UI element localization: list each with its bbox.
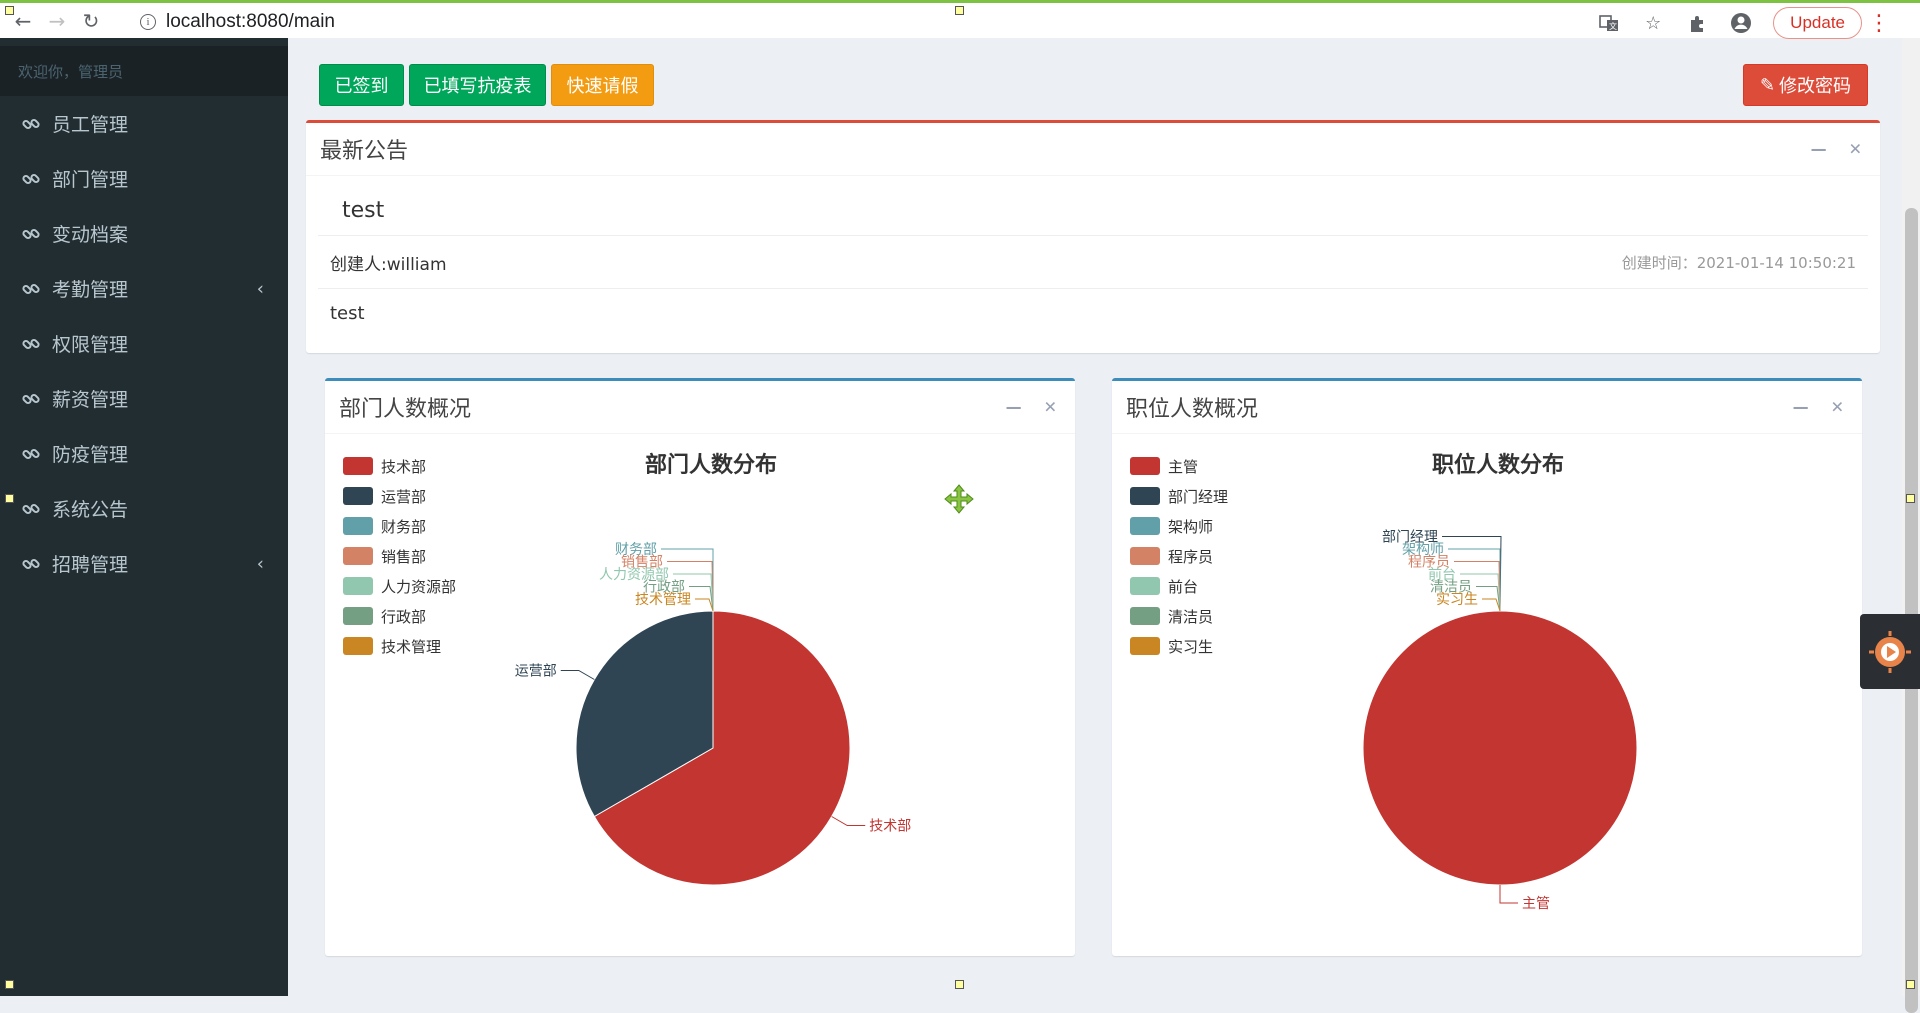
forward-icon[interactable]: →: [40, 4, 74, 38]
change-password-label: 修改密码: [1779, 76, 1852, 97]
sidebar-item-label: 变动档案: [52, 224, 129, 246]
site-info-icon[interactable]: i: [140, 14, 156, 30]
notice-box-title: 最新公告: [320, 139, 409, 164]
link-icon: [22, 390, 42, 408]
selection-handle[interactable]: [955, 980, 964, 989]
address-bar[interactable]: i localhost:8080/main: [140, 9, 1620, 35]
sidebar-item-label: 防疫管理: [52, 444, 129, 466]
profile-avatar-icon[interactable]: [1729, 11, 1753, 35]
floating-widget-button[interactable]: [1860, 614, 1920, 689]
epidemic-form-button[interactable]: 已填写抗疫表: [409, 64, 546, 106]
update-button[interactable]: Update: [1773, 7, 1862, 39]
selection-handle[interactable]: [955, 6, 964, 15]
close-icon[interactable]: ✕: [1849, 140, 1862, 159]
slice-label: 运营部: [515, 664, 557, 680]
selection-handle[interactable]: [5, 494, 14, 503]
chevron-left-icon: ‹: [256, 278, 264, 299]
selection-handle[interactable]: [5, 6, 14, 15]
translate-icon[interactable]: 文: [1597, 11, 1621, 35]
sidebar-item[interactable]: 变动档案: [0, 206, 288, 261]
notice-box: 最新公告 — ✕ test 创建人:william 创建时间：2021-01-1…: [306, 120, 1880, 353]
reload-icon[interactable]: ↻: [74, 4, 108, 38]
label-leader-line: [831, 816, 866, 826]
sidebar-item-label: 薪资管理: [52, 389, 129, 411]
sidebar-item[interactable]: 薪资管理: [0, 371, 288, 426]
dept-pie-chart: 技术部运营部财务部销售部人力资源部行政部技术管理: [515, 542, 911, 886]
label-leader-line: [1499, 885, 1518, 904]
label-leader-line: [695, 598, 714, 612]
welcome-text: 欢迎你，管理员: [0, 46, 288, 96]
svg-text:文: 文: [1609, 21, 1617, 31]
sidebar-item[interactable]: 防疫管理: [0, 426, 288, 481]
sidebar: 欢迎你，管理员 员工管理部门管理变动档案考勤管理 ‹ 权限管理薪资管理防疫管理系统公…: [0, 38, 288, 996]
sidebar-item[interactable]: 部门管理: [0, 151, 288, 206]
extensions-icon[interactable]: [1685, 11, 1709, 35]
label-leader-line: [1482, 598, 1501, 612]
pie-slice[interactable]: [1362, 610, 1638, 886]
notice-box-header: 最新公告 — ✕: [306, 123, 1880, 176]
sidebar-item-label: 部门管理: [52, 169, 129, 191]
notice-body: test: [330, 303, 365, 324]
dept-chart-box: 部门人数概况 — ✕ 技术部 运营部 财务部 销售部 人力资源部 行政部 技术管理 部门人数…: [325, 378, 1075, 956]
collapse-icon[interactable]: —: [1811, 140, 1827, 159]
sidebar-item[interactable]: 权限管理: [0, 316, 288, 371]
position-pie-chart: 主管部门经理架构师程序员前台清洁员实习生: [1362, 530, 1638, 912]
link-icon: [22, 500, 42, 518]
bookmark-star-icon[interactable]: ☆: [1641, 11, 1665, 35]
link-icon: [22, 335, 42, 353]
sidebar-item-label: 招聘管理: [52, 554, 129, 576]
link-icon: [22, 555, 42, 573]
sidebar-item[interactable]: 员工管理: [0, 96, 288, 151]
change-password-button[interactable]: ✎ 修改密码: [1743, 64, 1868, 106]
link-icon: [22, 225, 42, 243]
link-icon: [22, 445, 42, 463]
link-icon: [22, 115, 42, 133]
sidebar-item[interactable]: 招聘管理 ‹: [0, 536, 288, 591]
menu-kebab-icon[interactable]: ⋮: [1868, 11, 1890, 36]
label-leader-line: [560, 670, 595, 680]
slice-label: 实习生: [1436, 592, 1478, 608]
signed-in-button[interactable]: 已签到: [319, 64, 404, 106]
sidebar-item-label: 考勤管理: [52, 279, 129, 301]
notice-title: test: [318, 176, 1868, 236]
sidebar-item-label: 员工管理: [52, 114, 129, 136]
sidebar-item-label: 系统公告: [52, 499, 129, 521]
chevron-left-icon: ‹: [256, 553, 264, 574]
selection-handle[interactable]: [1906, 494, 1915, 503]
slice-label: 技术部: [869, 819, 911, 835]
position-chart-box: 职位人数概况 — ✕ 主管 部门经理 架构师 程序员 前台 清洁员 实习生 职位人数分布 主…: [1112, 378, 1862, 956]
scrollbar-thumb[interactable]: [1905, 208, 1918, 1013]
sidebar-item[interactable]: 系统公告: [0, 481, 288, 536]
sidebar-item[interactable]: 考勤管理 ‹: [0, 261, 288, 316]
move-cursor-icon: [944, 484, 974, 518]
link-icon: [22, 170, 42, 188]
selection-handle[interactable]: [5, 980, 14, 989]
slice-label: 主管: [1522, 896, 1550, 912]
play-sun-icon: [1869, 630, 1911, 673]
notice-time: 创建时间：2021-01-14 10:50:21: [1621, 253, 1856, 272]
link-icon: [22, 280, 42, 298]
notice-author: 创建人:william: [330, 254, 447, 275]
slice-label: 技术管理: [635, 592, 691, 608]
selection-handle[interactable]: [1906, 980, 1915, 989]
page-scrollbar[interactable]: [1902, 38, 1920, 1013]
url-text[interactable]: localhost:8080/main: [166, 11, 335, 33]
edit-icon: ✎: [1759, 74, 1776, 96]
sidebar-item-label: 权限管理: [52, 334, 129, 356]
quick-leave-button[interactable]: 快速请假: [551, 64, 654, 106]
